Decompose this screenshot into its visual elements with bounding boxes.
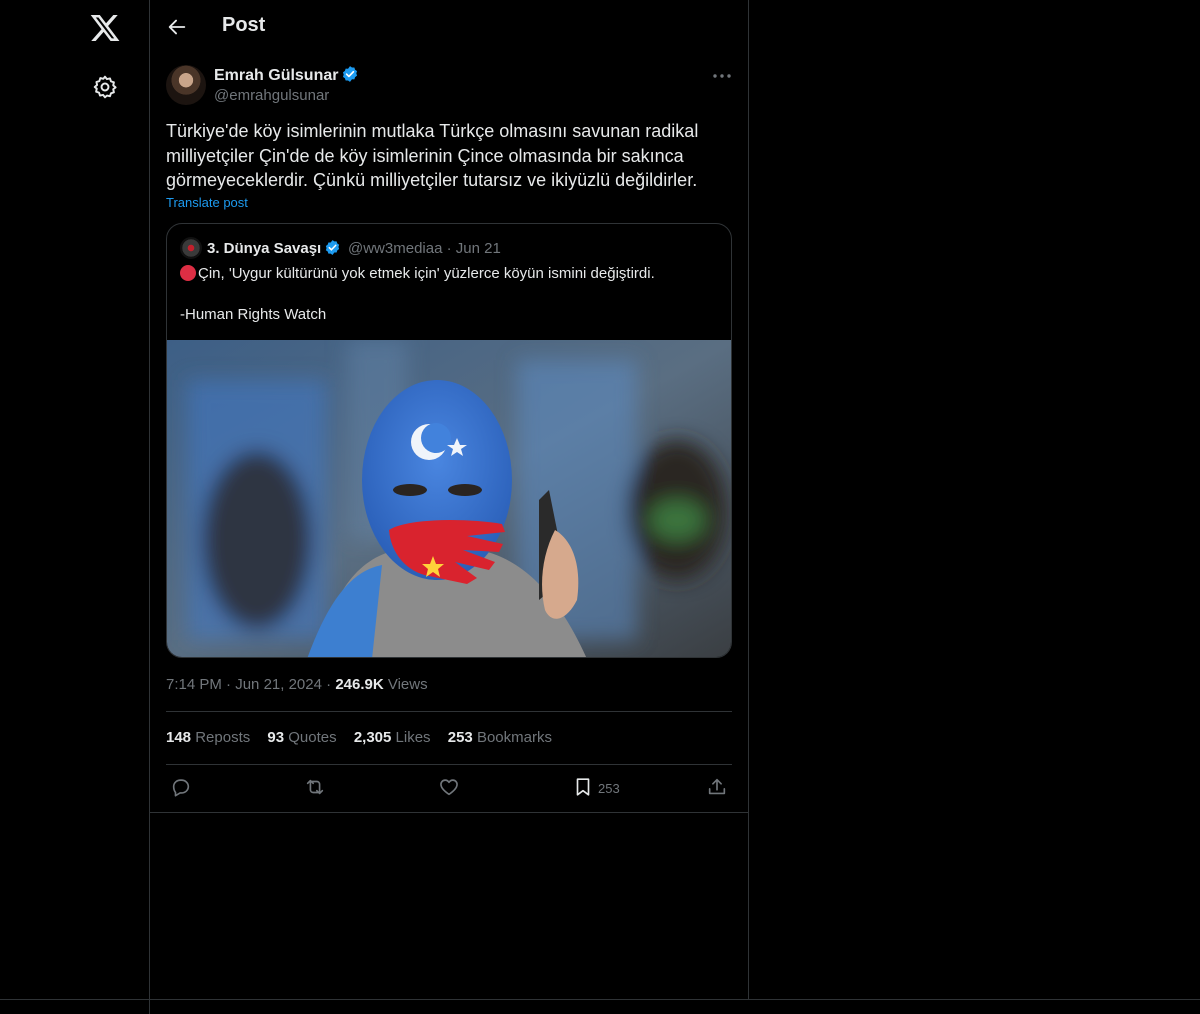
post-stats: 148 Reposts 93 Quotes 2,305 Likes 253 Bo… [166, 729, 565, 746]
page-title: Post [222, 14, 266, 36]
post-time[interactable]: 7:14 PM [166, 676, 222, 693]
quoted-author-name: 3. Dünya Savaşı [207, 239, 341, 257]
divider [150, 812, 748, 813]
views-label: Views [387, 676, 428, 693]
verified-badge-icon [343, 66, 358, 82]
bottom-divider [0, 999, 1200, 1000]
reposts-stat[interactable]: 148 Reposts [166, 729, 250, 746]
likes-label: Likes [395, 729, 431, 746]
views-count: 246.9K [335, 676, 384, 693]
bookmark-count: 253 [598, 781, 620, 796]
post-date[interactable]: Jun 21, 2024 [235, 676, 322, 693]
reply-icon[interactable] [170, 776, 192, 800]
divider [166, 711, 732, 712]
gear-icon[interactable] [92, 74, 118, 100]
post-header: Post [150, 0, 748, 54]
verified-badge-icon [326, 240, 340, 255]
quotes-stat[interactable]: 93 Quotes [267, 729, 336, 746]
quotes-count: 93 [267, 729, 285, 746]
quoted-author-name-text: 3. Dünya Savaşı [207, 240, 322, 257]
quoted-handle-date: @ww3mediaa · Jun 21 [348, 240, 501, 257]
likes-count: 2,305 [353, 729, 392, 746]
share-icon[interactable] [706, 776, 728, 800]
author-avatar[interactable] [166, 65, 206, 105]
quoted-post[interactable]: 3. Dünya Savaşı @ww3mediaa · Jun 21 Çin,… [166, 223, 732, 658]
bookmark-icon[interactable] [572, 776, 594, 800]
quotes-label: Quotes [288, 729, 337, 746]
bookmarks-label: Bookmarks [476, 729, 552, 746]
quoted-text-line: Çin, 'Uygur kültürünü yok etmek için' yü… [180, 265, 655, 282]
author-name-text: Emrah Gülsunar [214, 67, 339, 84]
separator-dot: · [326, 676, 336, 693]
quoted-date: Jun 21 [455, 240, 501, 257]
quoted-image[interactable] [167, 340, 732, 658]
bookmarks-stat[interactable]: 253 Bookmarks [448, 729, 552, 746]
translate-post-link[interactable]: Translate post [166, 195, 248, 210]
post-column: Post Emrah Gülsunar @emrahgulsunar Türki… [150, 0, 749, 1000]
bookmarks-count: 253 [447, 729, 473, 746]
like-heart-icon[interactable] [438, 776, 460, 800]
author-name[interactable]: Emrah Gülsunar [214, 65, 359, 85]
more-options-icon[interactable] [710, 66, 734, 86]
repost-icon[interactable] [304, 776, 326, 800]
left-nav [0, 0, 150, 1014]
post-text: Türkiye'de köy isimlerinin mutlaka Türkç… [166, 121, 699, 190]
author-handle[interactable]: @emrahgulsunar [214, 87, 329, 104]
quoted-text: Çin, 'Uygur kültürünü yok etmek için' yü… [198, 265, 655, 282]
likes-stat[interactable]: 2,305 Likes [354, 729, 431, 746]
separator-dot: · [446, 240, 456, 257]
back-arrow-icon[interactable] [166, 16, 188, 38]
x-logo-icon[interactable] [89, 12, 121, 44]
separator-dot: · [226, 676, 236, 693]
quoted-avatar [180, 237, 202, 259]
post-meta: 7:14 PM · Jun 21, 2024 · 246.9K Views [166, 676, 428, 693]
quoted-handle: @ww3mediaa [348, 240, 443, 257]
reposts-label: Reposts [195, 729, 251, 746]
divider [166, 764, 732, 765]
reposts-count: 148 [166, 729, 192, 746]
quoted-source: -Human Rights Watch [180, 306, 327, 323]
page: Post Emrah Gülsunar @emrahgulsunar Türki… [0, 0, 1200, 1014]
red-circle-icon [180, 265, 196, 281]
